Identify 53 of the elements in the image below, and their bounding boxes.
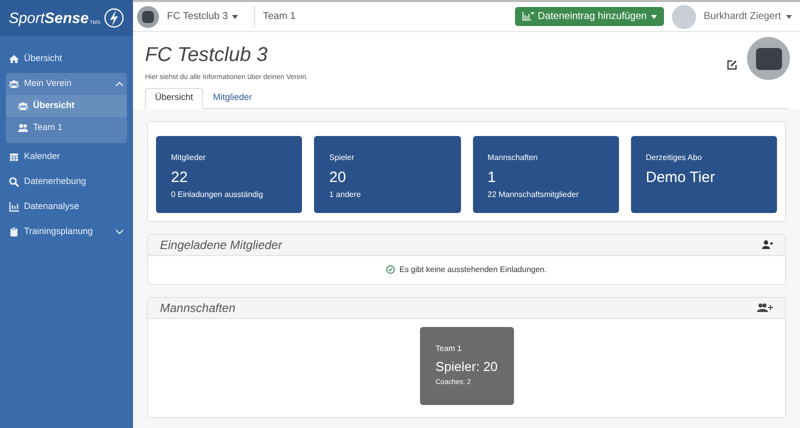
stat-label: Mannschaften: [488, 152, 539, 162]
stat-value: 20: [329, 168, 347, 186]
chevron-icon: [115, 229, 124, 235]
search-icon: [9, 177, 19, 187]
stat-label: Derzeitiges Abo: [646, 152, 703, 162]
sidebar-item[interactable]: Team 1: [6, 117, 127, 139]
add-user-icon[interactable]: [762, 240, 773, 249]
club-dropdown[interactable]: FC Testclub 3: [167, 9, 238, 24]
lightning-bolt-icon: [104, 7, 124, 29]
panel-title: Mannschaften: [160, 300, 236, 316]
caret-icon: [232, 14, 238, 18]
chart-add-icon: [522, 12, 534, 21]
stat-label: Spieler: [329, 152, 356, 162]
sidebar-item[interactable]: Trainingsplanung: [6, 221, 127, 243]
sidebar-item[interactable]: Mein Verein: [6, 73, 127, 95]
sidebar-item[interactable]: Datenerhebung: [6, 171, 127, 193]
sidebar-item[interactable]: Übersicht: [6, 95, 127, 117]
user-avatar: [672, 4, 696, 28]
sidebar-item[interactable]: Datenanalyse: [6, 196, 127, 218]
page-title: FC Testclub 3: [145, 43, 269, 68]
stat-note: 1 andere: [329, 190, 362, 200]
users-icon: [18, 101, 28, 111]
tab[interactable]: Mitglieder: [203, 88, 262, 108]
club-crest-icon: [747, 37, 790, 80]
sidebar-item[interactable]: Kalender: [6, 146, 127, 168]
current-team: Team 1: [262, 10, 296, 24]
clipboard-icon: [9, 227, 19, 237]
users-icon: [18, 123, 28, 133]
stat-note: 0 Einladungen ausständig: [171, 190, 264, 200]
chart-icon: [9, 202, 19, 212]
caret-icon: [786, 14, 792, 18]
panel-title: Eingeladene Mitglieder: [160, 236, 284, 254]
tab[interactable]: Übersicht: [145, 88, 204, 108]
team-name: Team 1: [436, 344, 463, 354]
stat-note: 22 Mannschaftsmitglieder: [488, 190, 580, 200]
add-group-icon[interactable]: [757, 303, 773, 312]
stat-value: Demo Tier: [646, 168, 716, 186]
sidebar-item[interactable]: Übersicht: [6, 48, 127, 70]
empty-message: Es gibt keine ausstehenden Einladungen.: [399, 264, 547, 276]
users-icon: [9, 79, 19, 89]
edit-icon[interactable]: [727, 60, 737, 70]
stat-value: 1: [488, 168, 497, 186]
stat-value: 22: [171, 168, 189, 186]
chevron-icon: [115, 81, 124, 87]
stat-label: Mitglieder: [171, 152, 207, 162]
user-menu[interactable]: Burkhardt Ziegert: [704, 9, 796, 24]
club-logo-icon: [137, 6, 159, 28]
caret-icon: [650, 14, 657, 18]
player-count: Spieler: 20: [436, 358, 498, 374]
home-icon: [9, 54, 19, 64]
add-data-entry-button[interactable]: Dateneintrag hinzufügen: [514, 7, 664, 26]
calendar-icon: [9, 152, 19, 162]
check-circle-icon: [386, 265, 396, 274]
